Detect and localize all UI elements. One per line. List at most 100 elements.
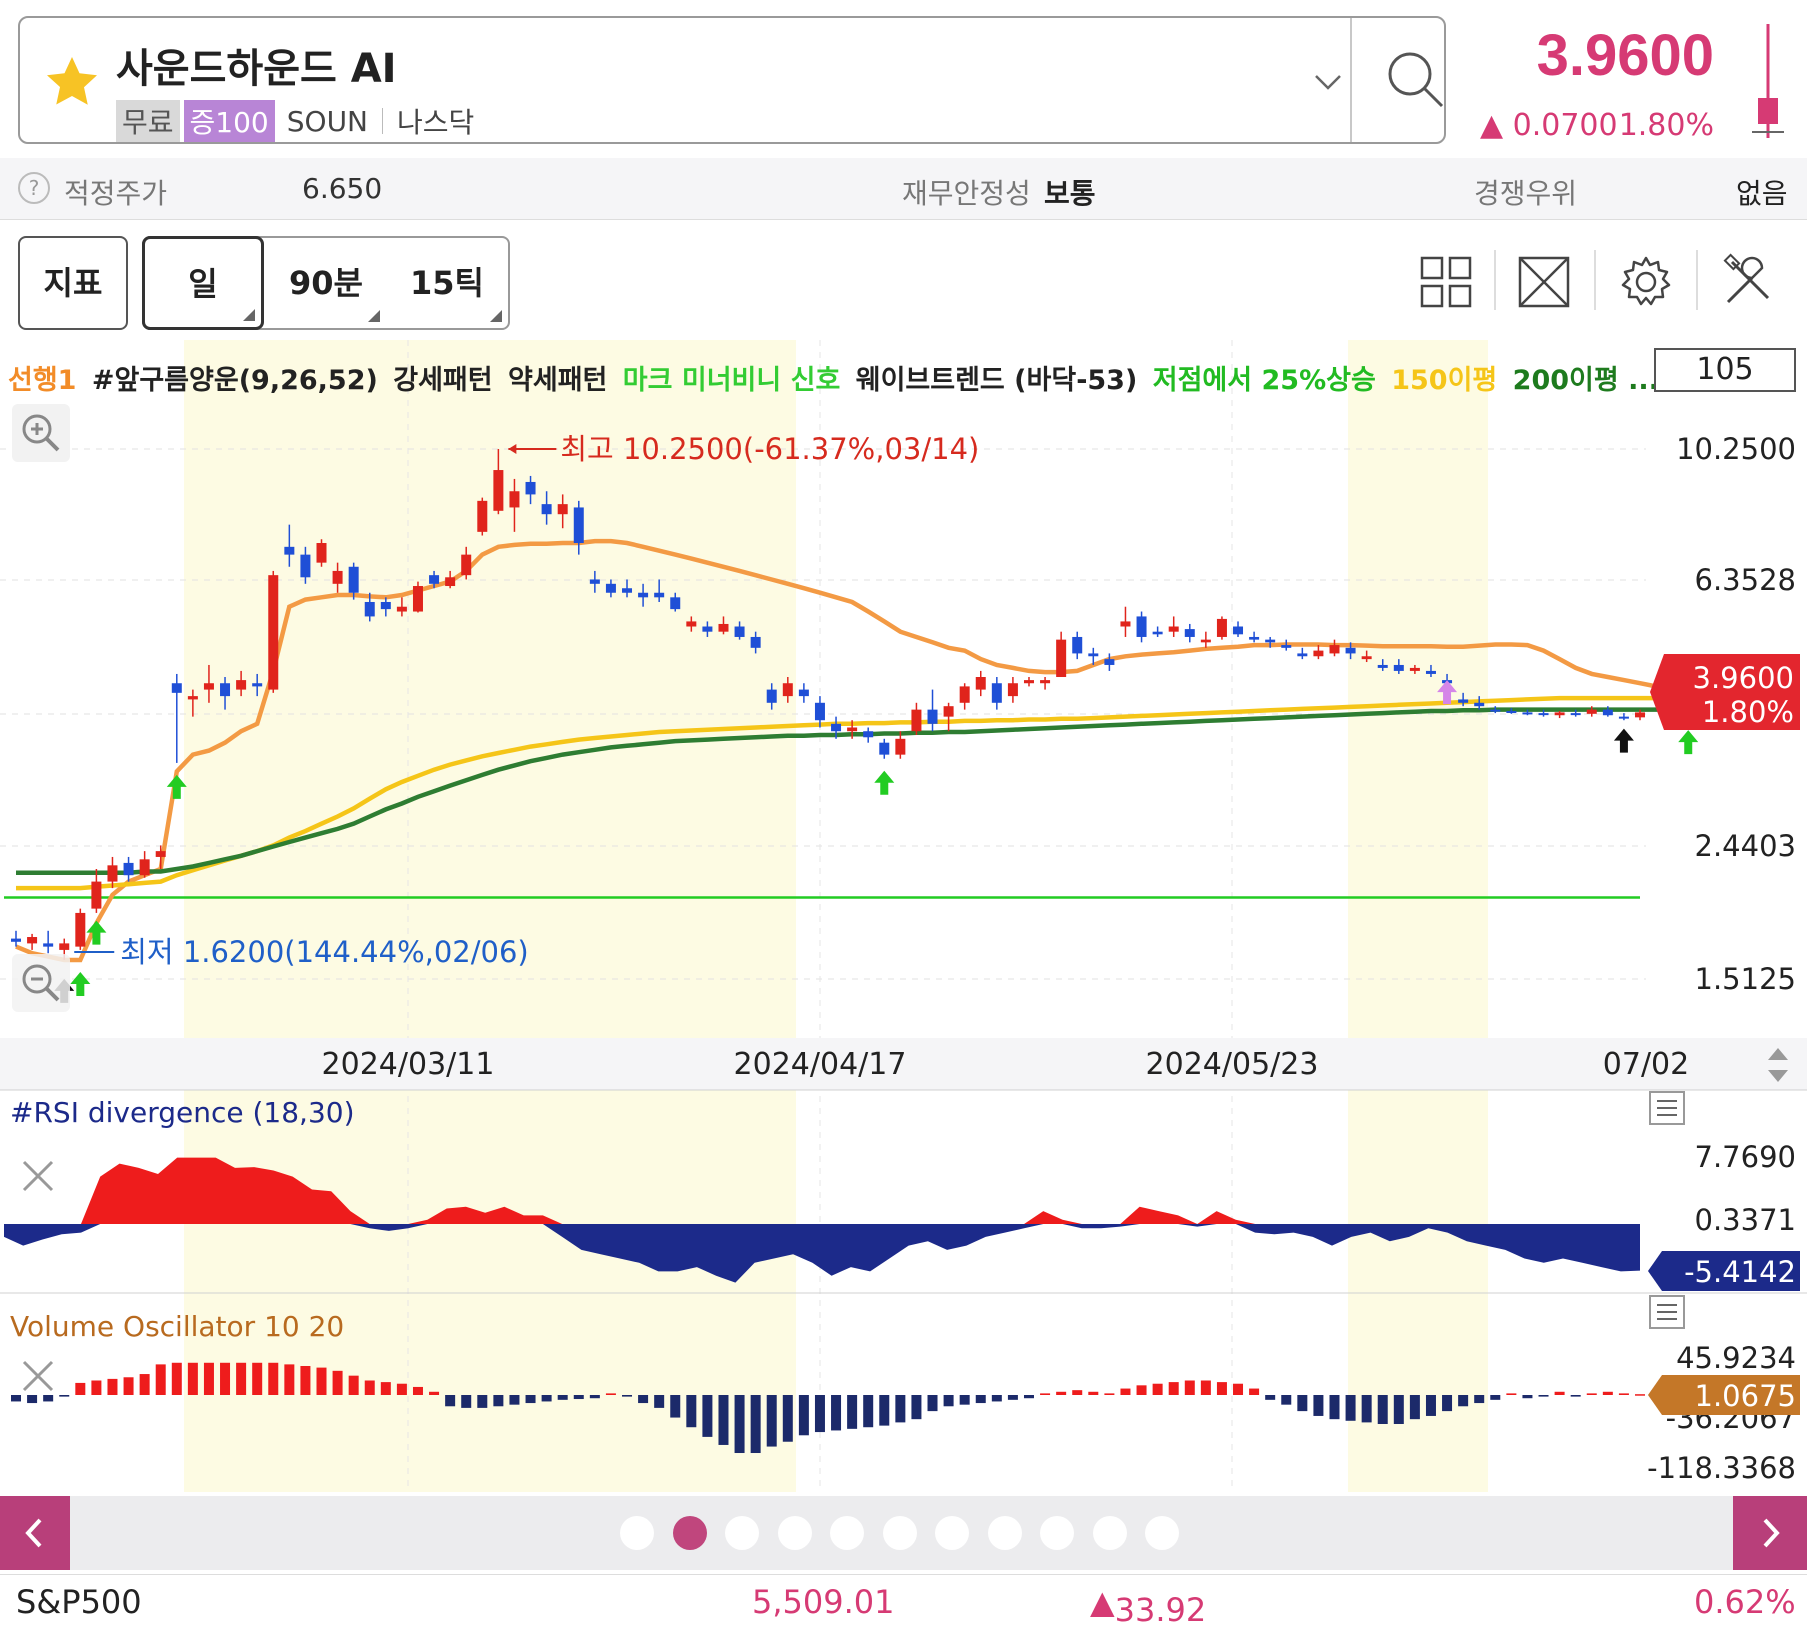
toolbar-divider [1494, 250, 1496, 310]
y-tick-label: 0.3371 [1695, 1203, 1796, 1237]
stock-selector[interactable]: 사운드하운드 AI 무료 증100 SOUN 나스닥 [18, 16, 1446, 144]
index-name: S&P500 [16, 1583, 142, 1621]
y-tick-label: 1.5125 [1695, 962, 1796, 996]
candle-body [348, 566, 359, 593]
page-dot[interactable] [830, 1516, 864, 1550]
candle-body [847, 727, 858, 732]
candle-body [831, 723, 842, 732]
y-tick-label: 45.9234 [1676, 1341, 1796, 1375]
candle-body [943, 706, 954, 717]
volume-bar [27, 1395, 38, 1404]
page-dot[interactable] [725, 1516, 759, 1550]
candle-body [1233, 626, 1244, 635]
mini-candle-icon [1752, 24, 1784, 138]
chevron-down-icon[interactable] [1310, 68, 1346, 96]
volume-bar [557, 1395, 568, 1400]
candle-body [1409, 667, 1420, 671]
tag-divider [382, 108, 384, 134]
corner-marker [243, 309, 255, 321]
page-dot[interactable] [987, 1516, 1022, 1550]
period-90min[interactable]: 90분 [266, 238, 386, 328]
volume-bar [380, 1382, 391, 1395]
volume-bar [203, 1362, 214, 1395]
volume-bar [1200, 1380, 1211, 1395]
volume-bar [1104, 1393, 1115, 1395]
corner-marker [490, 310, 502, 322]
page-dot[interactable] [620, 1516, 654, 1550]
candle-body [718, 623, 729, 632]
page-dot[interactable] [777, 1516, 812, 1550]
volume-bar [1216, 1382, 1227, 1395]
page-dot[interactable] [1040, 1516, 1074, 1550]
volume-bar [831, 1395, 842, 1431]
volume-bar [1168, 1382, 1179, 1395]
search-icon[interactable] [1382, 48, 1448, 114]
candle-body [1377, 664, 1388, 668]
stock-tags: 무료 증100 SOUN 나스닥 [116, 100, 474, 142]
candle-body [1184, 629, 1195, 637]
page-dot[interactable] [1092, 1516, 1127, 1550]
index-change-value: 33.92 [1114, 1591, 1207, 1629]
volume-bar [1442, 1395, 1453, 1412]
volume-bar [91, 1380, 102, 1395]
candle-body [461, 554, 472, 576]
volume-bar [927, 1395, 938, 1412]
candle-body [1313, 650, 1324, 657]
candle-body [1297, 653, 1308, 657]
period-daily[interactable]: 일 [142, 236, 264, 330]
favorite-star-icon[interactable] [42, 52, 102, 112]
zoom-in-icon[interactable] [12, 404, 70, 462]
candle-body [316, 543, 327, 563]
volume-bar [11, 1395, 21, 1402]
volume-bar [573, 1395, 584, 1400]
volume-bar [670, 1395, 681, 1418]
high-annotation: 최고 10.2500(-61.37%,03/14) [560, 432, 979, 466]
last-pct-label: 1.80% [1702, 695, 1794, 729]
candle-body [814, 702, 825, 721]
volume-bar [718, 1395, 729, 1445]
indicator-legend[interactable]: 선행1 #앞구름양운(9,26,52) 강세패턴 약세패턴 마크 미너비니 신호… [8, 358, 1665, 397]
fullscreen-icon[interactable] [1514, 252, 1574, 312]
period-15tick[interactable]: 15틱 [386, 238, 508, 328]
volume-bar [1329, 1395, 1340, 1420]
candle-body [622, 588, 633, 593]
tools-icon[interactable] [1718, 252, 1778, 312]
indicator-button[interactable]: 지표 [18, 236, 128, 330]
candle-body [863, 731, 874, 738]
volume-bar [348, 1375, 359, 1395]
volume-bar [782, 1395, 793, 1442]
page-dot[interactable] [1145, 1516, 1179, 1550]
volume-bar [139, 1374, 150, 1395]
candle-body [525, 481, 536, 495]
page-dot[interactable] [882, 1516, 917, 1550]
candle-body [1329, 645, 1340, 654]
help-icon[interactable]: ? [18, 172, 50, 204]
chevron-left-icon [25, 1518, 42, 1548]
volume-bar [766, 1395, 777, 1447]
volume-bar [1136, 1385, 1147, 1395]
volume-bar [75, 1382, 86, 1395]
volume-bar [171, 1362, 182, 1395]
volume-bar [959, 1395, 970, 1405]
toolbar-divider [1594, 250, 1596, 310]
prev-page-button[interactable] [0, 1496, 70, 1570]
volume-bar [1458, 1395, 1469, 1407]
grid-layout-icon[interactable] [1416, 252, 1476, 312]
candle-count-input[interactable]: 105 [1654, 348, 1796, 392]
volume-bar [59, 1395, 70, 1397]
buy-signal-arrow [1678, 730, 1699, 755]
page-dot[interactable] [672, 1516, 707, 1550]
market-index-bar[interactable]: S&P500 5,509.01 ▲ 33.92 0.62% [0, 1574, 1807, 1631]
legend-item-0: 선행1 [8, 365, 77, 396]
zoom-out-icon[interactable] [12, 954, 70, 1012]
volume-bar [1602, 1391, 1613, 1395]
next-page-button[interactable] [1733, 1496, 1807, 1570]
volume-bar [911, 1395, 922, 1420]
settings-icon[interactable] [1616, 252, 1676, 312]
stock-chart[interactable]: 최고 10.2500(-61.37%,03/14) 최저 1.6200(144.4… [0, 340, 1807, 1492]
page-dot[interactable] [935, 1516, 969, 1550]
volume-bar [1281, 1395, 1292, 1405]
candle-body [638, 592, 649, 598]
candle-body [445, 577, 456, 587]
stability-value: 보통 [1044, 177, 1096, 210]
